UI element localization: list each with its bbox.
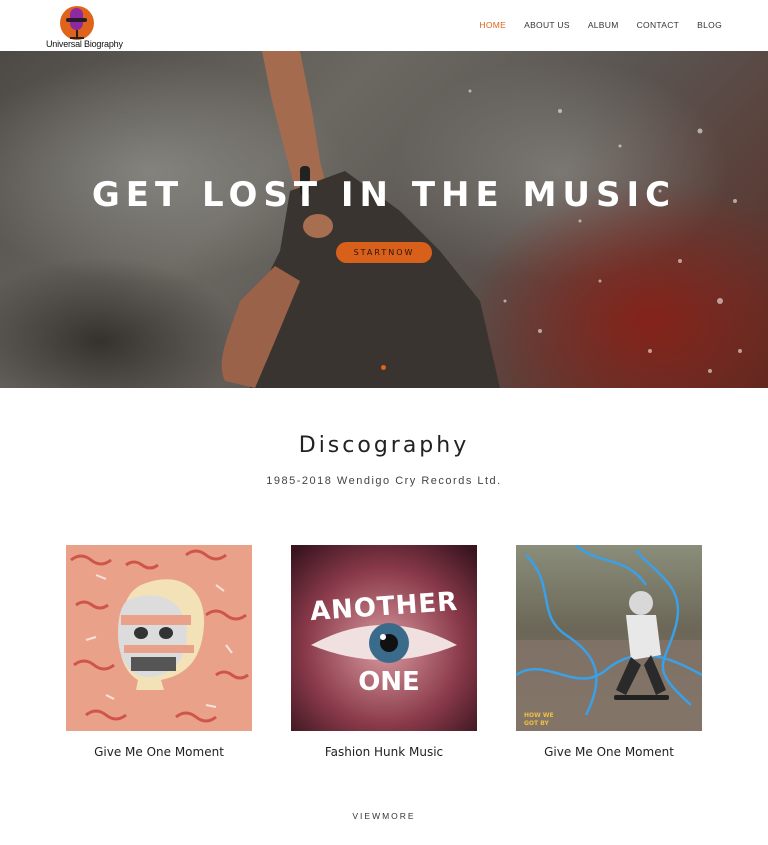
nav-album[interactable]: ALBUM: [588, 20, 619, 30]
album-title[interactable]: Fashion Hunk Music: [271, 745, 497, 759]
hero-title: GET LOST IN THE MUSIC: [91, 175, 677, 215]
album-card[interactable]: HOW WE GOT BY Give Me One Moment: [516, 545, 702, 759]
logo-text: Universal Biography: [46, 39, 123, 49]
album-cover-eye-image: ANOTHER ONE: [291, 545, 477, 731]
nav-contact[interactable]: CONTACT: [637, 20, 680, 30]
album-cover-skater-image: HOW WE GOT BY: [516, 545, 702, 731]
view-more-link[interactable]: VIEWMORE: [0, 811, 768, 821]
album-title[interactable]: Give Me One Moment: [46, 745, 272, 759]
site-header: Universal Biography HOME ABOUT US ALBUM …: [0, 0, 768, 51]
start-now-button[interactable]: STARTNOW: [336, 242, 432, 263]
album-card[interactable]: ANOTHER ONE Fashion Hunk Music: [291, 545, 477, 759]
nav-blog[interactable]: BLOG: [697, 20, 722, 30]
main-nav: HOME ABOUT US ALBUM CONTACT BLOG: [461, 20, 722, 30]
nav-about-us[interactable]: ABOUT US: [524, 20, 570, 30]
hero-singer-image: [221, 51, 742, 388]
cover-text-got-by: GOT BY: [524, 720, 549, 727]
slider-dot[interactable]: [381, 365, 386, 370]
discography-subtitle: 1985-2018 Wendigo Cry Records Ltd.: [266, 475, 502, 487]
nav-home[interactable]: HOME: [479, 20, 506, 30]
discography-title: Discography: [298, 433, 470, 458]
microphone-icon: [66, 8, 87, 30]
album-cover[interactable]: [66, 545, 252, 731]
album-title[interactable]: Give Me One Moment: [496, 745, 722, 759]
cover-text-one: ONE: [358, 667, 420, 697]
album-cover[interactable]: HOW WE GOT BY: [516, 545, 702, 731]
cover-text-how-we: HOW WE: [524, 712, 554, 719]
album-cover[interactable]: ANOTHER ONE: [291, 545, 477, 731]
hero-banner: GET LOST IN THE MUSIC STARTNOW: [0, 51, 768, 388]
album-card[interactable]: Give Me One Moment: [66, 545, 252, 759]
album-cover-skull-image: [66, 545, 252, 731]
site-logo[interactable]: Universal Biography: [46, 4, 123, 50]
